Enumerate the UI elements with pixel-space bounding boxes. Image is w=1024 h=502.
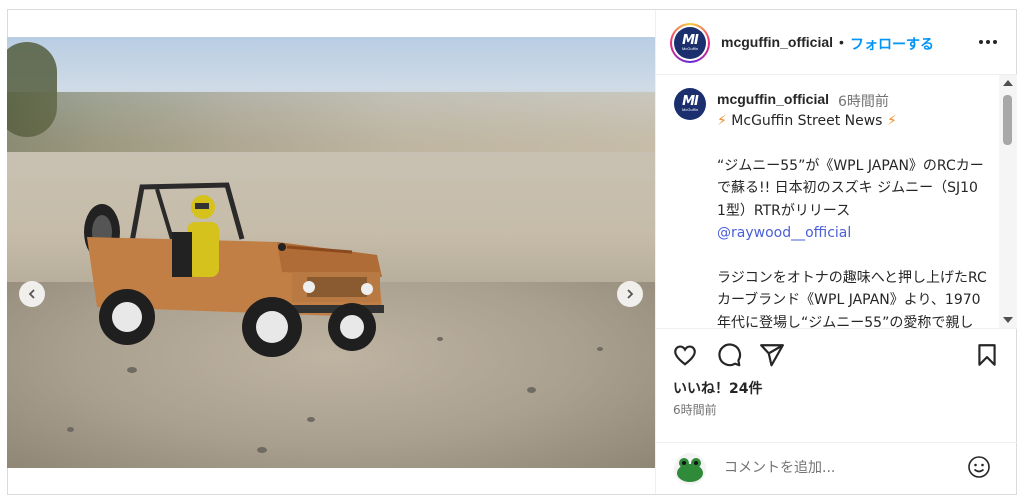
caption-headline: ⚡ McGuffin Street News ⚡: [717, 113, 897, 129]
post-header: MI McGuffin mcguffin_official • フォローする: [656, 10, 1017, 75]
post-timestamp[interactable]: 6時間前: [673, 401, 717, 418]
caption-username[interactable]: mcguffin_official: [717, 91, 829, 107]
caption-timestamp[interactable]: 6時間前: [838, 91, 889, 111]
caption-paragraph-1: “ジムニー55”が《WPL JAPAN》のRCカーで蘇る!! 日本初のスズキ ジ…: [717, 157, 984, 219]
post-media[interactable]: [7, 37, 655, 468]
user-avatar: [674, 453, 706, 485]
dot-separator: •: [839, 34, 844, 50]
scrollbar-thumb[interactable]: [1003, 95, 1012, 145]
mcguffin-logo-icon: MI McGuffin: [674, 27, 706, 59]
scroll-down-arrow-icon[interactable]: [1003, 317, 1013, 323]
comment-input[interactable]: [722, 455, 956, 481]
bookmark-icon[interactable]: [974, 342, 1000, 368]
comment-icon[interactable]: [716, 342, 742, 368]
mention-link[interactable]: @raywood__official: [717, 222, 987, 245]
lightning-icon: ⚡: [717, 113, 727, 129]
chevron-left-icon: [28, 289, 35, 299]
more-horizontal-icon[interactable]: [976, 32, 1000, 52]
rc-jeep-image: [84, 182, 384, 357]
post-photo: [7, 37, 655, 468]
frog-avatar-icon: [677, 458, 703, 482]
caption-scrollbar[interactable]: [999, 75, 1017, 328]
comment-bar: [656, 442, 1017, 495]
action-bar: [656, 340, 1017, 376]
caption-text: ⚡ McGuffin Street News ⚡ “ジムニー55”が《WPL J…: [717, 110, 987, 329]
caption-avatar[interactable]: MI McGuffin: [674, 88, 706, 120]
post-side-panel: MI McGuffin mcguffin_official • フォローする M…: [655, 10, 1017, 494]
previous-slide-button[interactable]: [19, 281, 45, 307]
follow-button[interactable]: フォローする: [850, 34, 934, 54]
caption-paragraph-2: ラジコンをオトナの趣味へと押し上げたRCカーブランド《WPL JAPAN》より、…: [717, 269, 987, 329]
chevron-right-icon: [627, 289, 634, 299]
author-avatar[interactable]: MI McGuffin: [670, 23, 710, 63]
scroll-up-arrow-icon[interactable]: [1003, 80, 1013, 86]
heart-icon[interactable]: [672, 342, 698, 368]
lightning-icon: ⚡: [886, 113, 897, 129]
caption-section: MI McGuffin mcguffin_official 6時間前 ⚡ McG…: [656, 75, 1017, 329]
share-icon[interactable]: [759, 342, 785, 368]
author-username[interactable]: mcguffin_official: [721, 34, 833, 50]
emoji-icon[interactable]: [967, 455, 991, 479]
next-slide-button[interactable]: [617, 281, 643, 307]
like-count[interactable]: いいね！24件: [673, 378, 762, 398]
